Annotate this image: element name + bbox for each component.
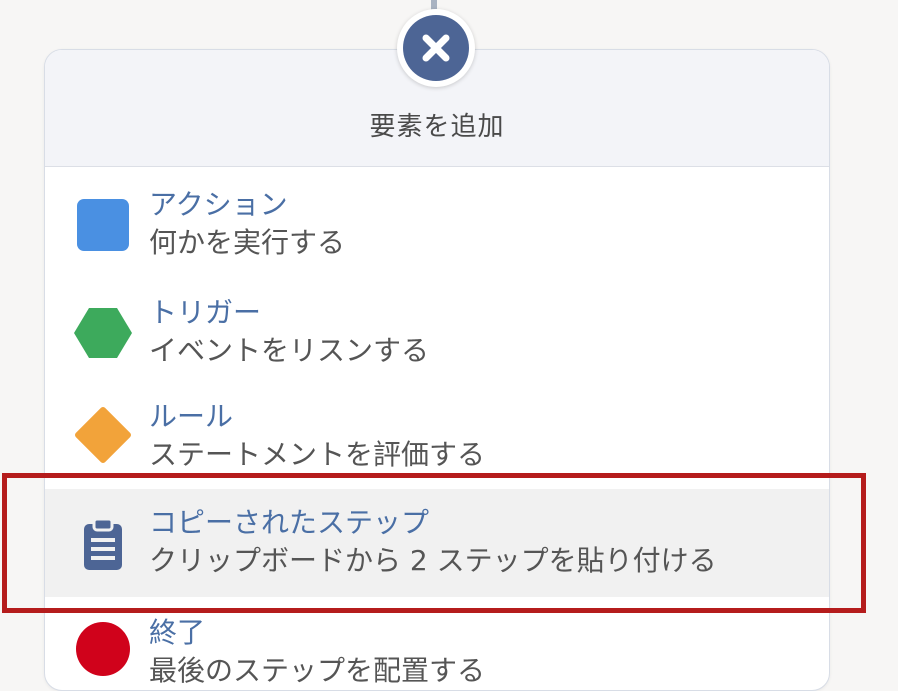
menu-item-description: イベントをリスンする (149, 334, 430, 367)
menu-item-title: ルール (149, 400, 234, 433)
green-hexagon-icon (73, 303, 133, 363)
close-icon (403, 15, 469, 81)
menu-item-description: 最後のステップを配置する (149, 654, 486, 687)
menu-item-description: 何かを実行する (149, 226, 346, 259)
menu-item-action[interactable]: アクション 何かを実行する (45, 167, 829, 275)
blue-square-icon (73, 195, 133, 255)
highlight-annotation-box (2, 473, 866, 613)
menu-item-title: アクション (149, 188, 288, 221)
close-button[interactable] (397, 9, 475, 87)
red-circle-icon (73, 619, 133, 679)
menu-item-title: トリガー (149, 296, 262, 329)
menu-item-title: 終了 (149, 616, 206, 649)
panel-title: 要素を追加 (369, 112, 505, 142)
menu-item-trigger[interactable]: トリガー イベントをリスンする (45, 275, 829, 383)
menu-item-description: ステートメントを評価する (149, 438, 486, 471)
orange-diamond-icon (73, 405, 133, 465)
